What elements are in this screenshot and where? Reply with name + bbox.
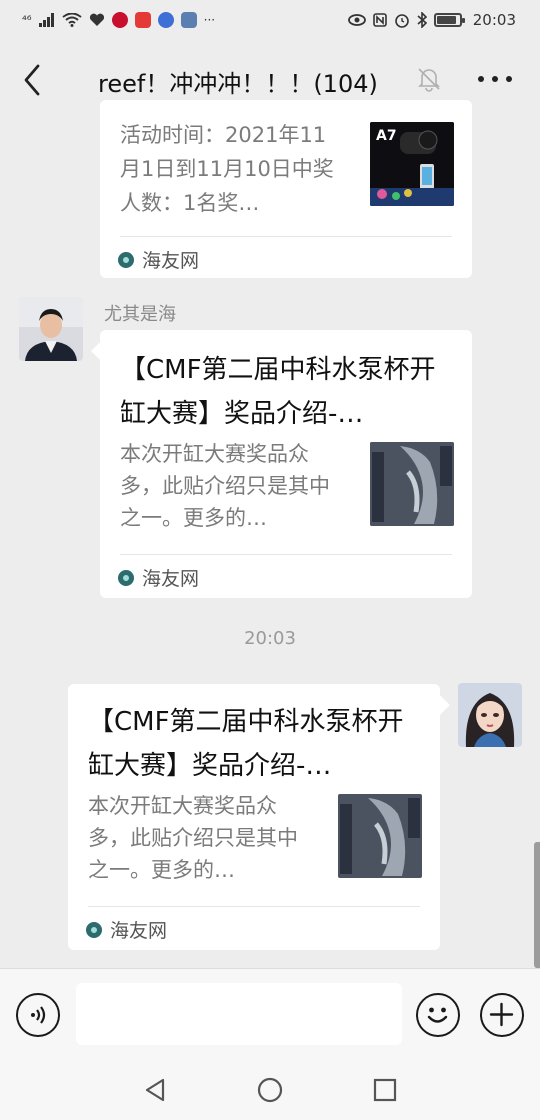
more-notifications-icon: ··· [203,13,216,27]
card-title: 【CMF第二届中科水泵杯开缸大赛】奖品介绍-… [120,355,436,429]
card-thumbnail [338,794,422,878]
voice-input-button[interactable] [16,993,60,1037]
message-timestamp: 20:03 [244,628,296,649]
more-options-button[interactable] [478,66,512,92]
nav-back-triangle-icon[interactable] [141,1076,169,1104]
card-title: 【CMF第二届中科水泵杯开缸大赛】奖品介绍-… [88,707,404,781]
card-thumbnail: A7 [370,122,454,206]
bluetooth-icon [417,12,427,28]
more-functions-button[interactable] [480,993,524,1037]
alarm-icon [394,14,409,28]
system-navigation-bar [0,1060,540,1120]
card-description: 活动时间：2021年11月1日到11月10日中奖人数：1名奖… [120,123,334,215]
back-button[interactable] [14,62,50,98]
thumbnail-label: A7 [376,128,397,144]
mute-bell-icon [418,68,440,92]
signal-icon [38,13,54,27]
battery-icon [433,13,465,27]
card-divider [120,554,452,555]
status-bar: ⁴⁶ ··· 20:03 [0,0,540,40]
card-source: 海友网 [118,564,199,591]
card-thumbnail [370,442,454,526]
card-description: 本次开缸大赛奖品众多，此贴介绍只是其中之一。更多的… [120,442,330,530]
plus-icon [489,1002,514,1027]
app-icon [180,12,197,28]
card-divider [88,906,420,907]
chevron-left-icon [24,64,40,96]
source-logo-icon [118,251,134,268]
app-icon [134,12,151,28]
wifi-icon [62,13,82,27]
source-name: 海友网 [142,568,200,590]
sender-name: 尤其是海 [104,304,176,325]
health-icon [89,13,104,26]
link-card[interactable]: 活动时间：2021年11月1日到11月10日中奖人数：1名奖… A7 海友网 [100,100,472,278]
status-time: 20:03 [472,11,516,29]
source-name: 海友网 [110,920,168,942]
card-description: 本次开缸大赛奖品众多，此贴介绍只是其中之一。更多的… [88,794,298,882]
avatar[interactable] [19,297,83,361]
message-input[interactable] [76,983,402,1045]
music-icon [157,12,174,28]
source-logo-icon [86,921,102,938]
source-name: 海友网 [142,250,200,272]
nfc-icon [372,13,387,27]
status-left: ⁴⁶ ··· [22,12,215,28]
smile-icon [427,1007,448,1023]
nav-home-circle-icon[interactable] [256,1076,284,1104]
nav-recents-square-icon[interactable] [371,1076,399,1104]
eye-comfort-icon [347,14,366,26]
emoji-button[interactable] [416,993,460,1037]
app-icon [111,12,128,28]
scrollbar[interactable] [534,842,540,968]
voice-icon [31,1006,46,1024]
my-avatar[interactable] [458,683,522,747]
status-right: 20:03 [347,11,516,29]
network-type-icon: ⁴⁶ [22,13,32,27]
source-logo-icon [118,569,134,586]
chat-title: reef！冲冲冲！！！(104) [98,70,378,98]
card-source: 海友网 [86,916,167,943]
link-card[interactable]: 【CMF第二届中科水泵杯开缸大赛】奖品介绍-… 本次开缸大赛奖品众多，此贴介绍只… [68,684,440,950]
input-bar [0,968,540,1060]
card-source: 海友网 [118,246,199,273]
link-card[interactable]: 【CMF第二届中科水泵杯开缸大赛】奖品介绍-… 本次开缸大赛奖品众多，此贴介绍只… [100,330,472,598]
card-divider [120,236,452,237]
